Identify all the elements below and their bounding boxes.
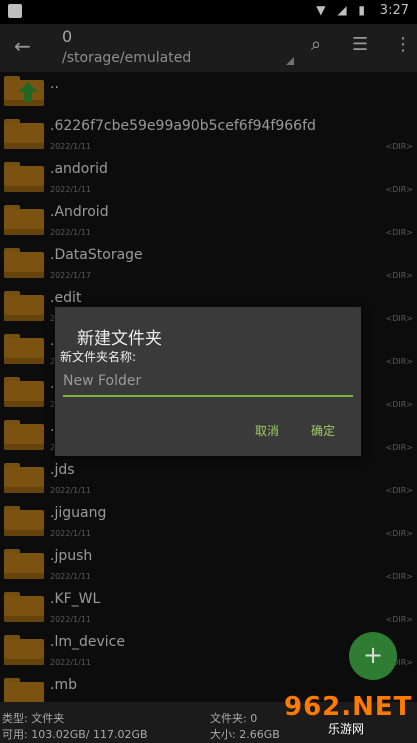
watermark-bottom: 乐游网 bbox=[328, 722, 365, 736]
ok-button[interactable]: 确定 bbox=[311, 422, 335, 439]
new-folder-dialog: 新建文件夹 新文件夹名称: New Folder 取消 确定 bbox=[55, 307, 361, 456]
watermark: 962.NET 乐游网 bbox=[278, 690, 414, 742]
folder-name-label: 新文件夹名称: bbox=[60, 350, 137, 364]
folder-count-info: 文件夹: 0 bbox=[210, 712, 258, 725]
add-fab-button[interactable]: + bbox=[349, 632, 397, 680]
input-underline bbox=[63, 395, 353, 397]
available-info: 可用: 103.02GB/ 117.02GB bbox=[2, 728, 148, 741]
dialog-title: 新建文件夹 bbox=[77, 329, 162, 349]
cancel-button[interactable]: 取消 bbox=[255, 422, 279, 439]
type-info: 类型: 文件夹 bbox=[2, 712, 65, 725]
watermark-top: 962.NET bbox=[284, 692, 413, 722]
folder-name-input[interactable]: New Folder bbox=[63, 373, 353, 395]
size-info: 大小: 2.66GB bbox=[210, 728, 280, 741]
